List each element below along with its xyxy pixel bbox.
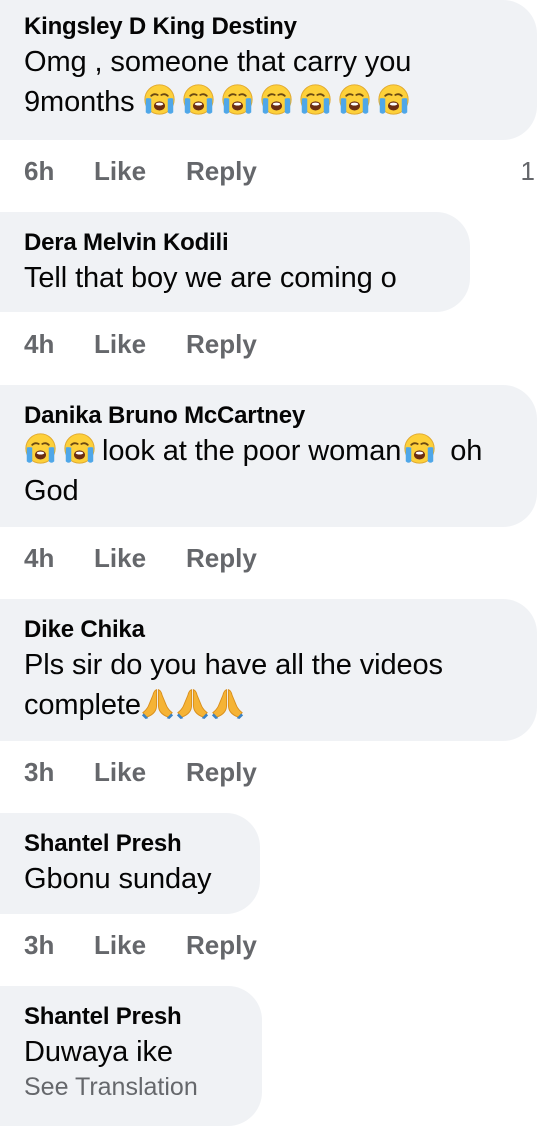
comment-text-line: 9months xyxy=(24,82,515,122)
comment-actions: 4h Like Reply xyxy=(24,329,257,359)
comment-author[interactable]: Dera Melvin Kodili xyxy=(24,212,448,258)
comment-3: Danika Bruno McCartney look at the poor … xyxy=(0,385,537,527)
comment-author[interactable]: Danika Bruno McCartney xyxy=(24,385,515,431)
comment-bubble[interactable]: Dera Melvin Kodili Tell that boy we are … xyxy=(0,212,470,312)
comment-2: Dera Melvin Kodili Tell that boy we are … xyxy=(0,212,470,312)
comment-author[interactable]: Dike Chika xyxy=(24,599,515,645)
comment-text-line: Omg , someone that carry you xyxy=(24,46,412,78)
comment-text: look at the poor woman oh God xyxy=(24,431,515,511)
comment-actions: 4h Like Reply xyxy=(24,543,257,573)
comment-bubble[interactable]: Shantel Presh Duwaya ike See Translation xyxy=(0,986,262,1126)
comment-text-fragment: 9months xyxy=(24,86,135,118)
like-button[interactable]: Like xyxy=(94,543,186,573)
comment-author[interactable]: Shantel Presh xyxy=(24,986,240,1032)
comment-text: Pls sir do you have all the videos compl… xyxy=(24,645,515,725)
reply-button[interactable]: Reply xyxy=(186,156,257,186)
comment-time[interactable]: 3h xyxy=(24,930,94,960)
comment-text-line: look at the poor woman oh xyxy=(24,431,515,471)
reply-button[interactable]: Reply xyxy=(186,757,257,787)
loudly-crying-face-icon xyxy=(24,432,57,465)
loudly-crying-face-icon xyxy=(338,83,371,116)
like-button[interactable]: Like xyxy=(94,757,186,787)
comment-6: Shantel Presh Duwaya ike See Translation xyxy=(0,986,262,1126)
comment-5: Shantel Presh Gbonu sunday xyxy=(0,813,260,914)
comment-actions: 6h Like Reply xyxy=(24,156,257,186)
comment-text-fragment: oh xyxy=(450,435,483,467)
comment-bubble[interactable]: Kingsley D King Destiny Omg , someone th… xyxy=(0,0,537,140)
like-button[interactable]: Like xyxy=(94,930,186,960)
comment-text-line: Pls sir do you have all the videos xyxy=(24,649,443,681)
reply-button[interactable]: Reply xyxy=(186,930,257,960)
comment-text-fragment: complete xyxy=(24,689,141,721)
comment-text: Omg , someone that carry you 9months xyxy=(24,42,515,122)
comment-author[interactable]: Kingsley D King Destiny xyxy=(24,0,515,42)
emoji-group xyxy=(143,86,410,118)
comment-1: Kingsley D King Destiny Omg , someone th… xyxy=(0,0,537,140)
comment-bubble[interactable]: Danika Bruno McCartney look at the poor … xyxy=(0,385,537,527)
like-button[interactable]: Like xyxy=(94,329,186,359)
loudly-crying-face-icon xyxy=(63,432,96,465)
comment-text-fragment: look at the poor woman xyxy=(102,435,402,467)
comment-author[interactable]: Shantel Presh xyxy=(24,813,238,859)
comment-bubble[interactable]: Shantel Presh Gbonu sunday xyxy=(0,813,260,914)
see-translation-link[interactable]: See Translation xyxy=(24,1072,240,1112)
reply-button[interactable]: Reply xyxy=(186,329,257,359)
comment-bubble[interactable]: Dike Chika Pls sir do you have all the v… xyxy=(0,599,537,741)
loudly-crying-face-icon xyxy=(260,83,293,116)
comment-4: Dike Chika Pls sir do you have all the v… xyxy=(0,599,537,741)
loudly-crying-face-icon xyxy=(299,83,332,116)
folded-hands-icon xyxy=(211,686,244,719)
comment-actions: 3h Like Reply xyxy=(24,930,257,960)
folded-hands-icon xyxy=(141,686,174,719)
comment-time[interactable]: 3h xyxy=(24,757,94,787)
loudly-crying-face-icon xyxy=(143,83,176,116)
comment-time[interactable]: 6h xyxy=(24,156,94,186)
loudly-crying-face-icon xyxy=(377,83,410,116)
reaction-count[interactable]: 1 xyxy=(521,156,535,187)
comment-text: Duwaya ike xyxy=(24,1036,173,1068)
comment-text: Gbonu sunday xyxy=(24,863,212,895)
folded-hands-icon xyxy=(176,686,209,719)
reply-button[interactable]: Reply xyxy=(186,543,257,573)
loudly-crying-face-icon xyxy=(182,83,215,116)
loudly-crying-face-icon xyxy=(403,432,436,465)
loudly-crying-face-icon xyxy=(221,83,254,116)
comment-text: Tell that boy we are coming o xyxy=(24,262,397,294)
comment-text-line: God xyxy=(24,475,79,507)
like-button[interactable]: Like xyxy=(94,156,186,186)
comment-time[interactable]: 4h xyxy=(24,543,94,573)
comment-text-line: complete xyxy=(24,685,515,725)
comment-time[interactable]: 4h xyxy=(24,329,94,359)
comment-actions: 3h Like Reply xyxy=(24,757,257,787)
